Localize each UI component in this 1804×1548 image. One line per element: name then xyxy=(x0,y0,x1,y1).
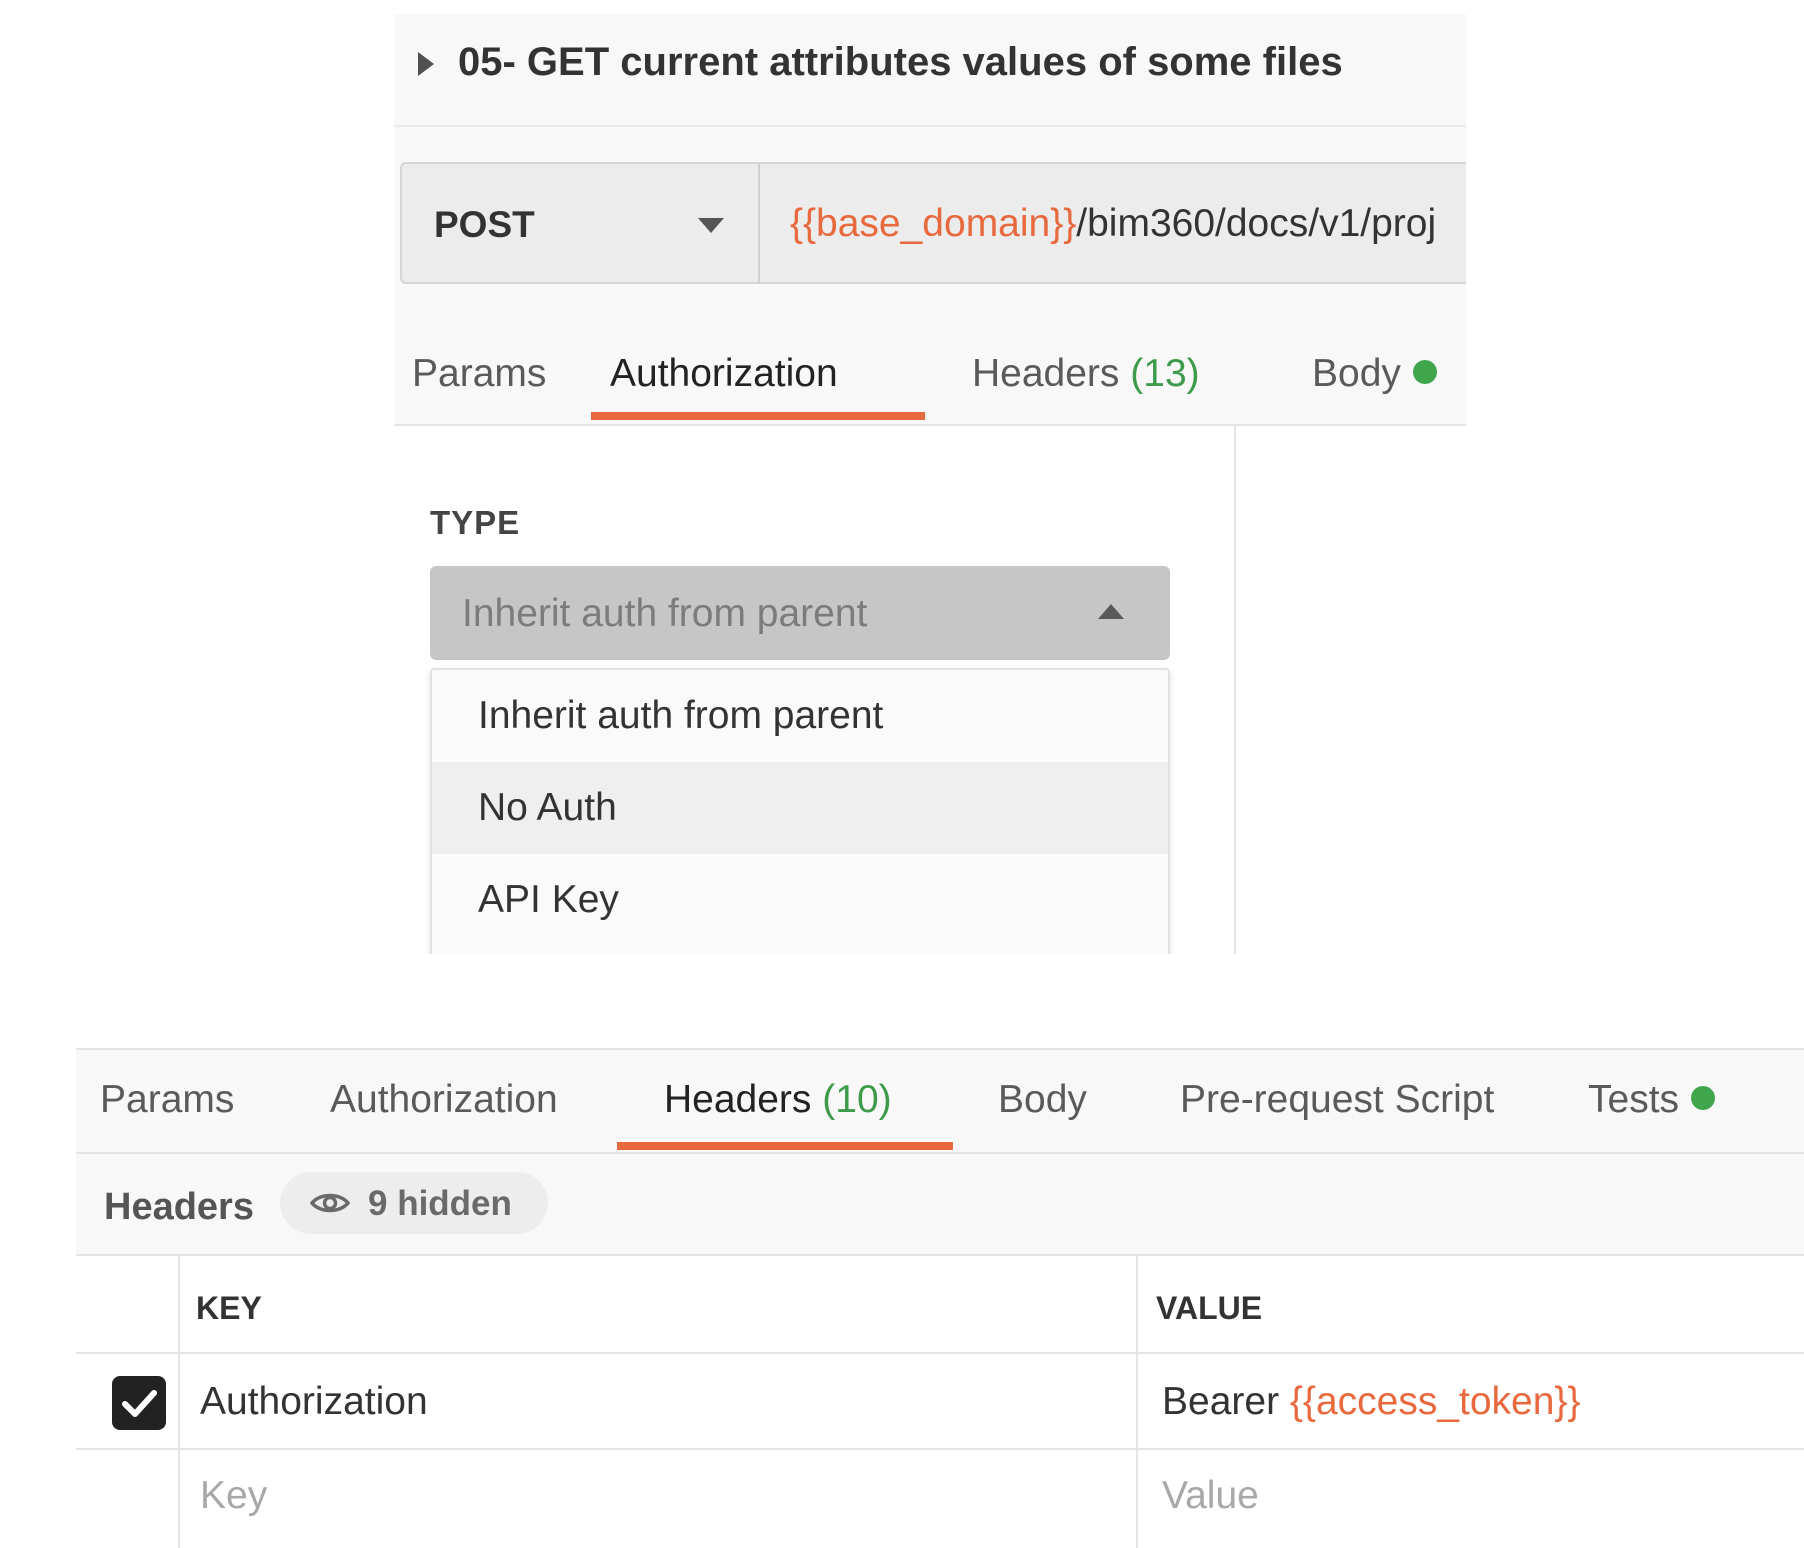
url-text: {{base_domain}}/bim360/docs/v1/proj xyxy=(790,202,1436,246)
tab-headers[interactable]: Headers (13) xyxy=(972,352,1200,396)
active-tab-indicator xyxy=(591,412,925,420)
tab-label: Body xyxy=(1312,352,1401,395)
tab-label: Params xyxy=(100,1078,235,1121)
tab-label: Authorization xyxy=(610,352,838,395)
request-title-bar[interactable]: 05- GET current attributes values of som… xyxy=(394,14,1466,127)
headers-table: KEY VALUE Authorization Bearer {{access_… xyxy=(76,1256,1804,1548)
headers-panel: Params Authorization Headers (10) Body P… xyxy=(76,1048,1804,1548)
tab-params[interactable]: Params xyxy=(412,352,546,396)
tab-label: Body xyxy=(998,1078,1087,1121)
tab-label: Headers xyxy=(664,1078,812,1121)
menu-item-no-auth[interactable]: No Auth xyxy=(432,762,1168,854)
header-key-cell[interactable]: Authorization xyxy=(200,1380,428,1424)
new-key-input[interactable]: Key xyxy=(200,1474,267,1518)
headers-count: (13) xyxy=(1130,352,1200,395)
pane-divider xyxy=(1234,426,1236,954)
chevron-up-icon xyxy=(1098,604,1124,619)
tab-authorization[interactable]: Authorization xyxy=(330,1078,558,1122)
tab-params[interactable]: Params xyxy=(100,1078,234,1122)
tab-headers[interactable]: Headers (10) xyxy=(664,1078,892,1122)
header-enabled-checkbox[interactable] xyxy=(112,1376,166,1430)
headers-section-title: Headers xyxy=(104,1186,254,1228)
expand-caret-icon[interactable] xyxy=(418,52,434,76)
tab-body[interactable]: Body xyxy=(1312,352,1437,396)
chevron-down-icon xyxy=(698,218,724,233)
tab-label: Headers xyxy=(972,352,1120,395)
request-tabs-bottom: Params Authorization Headers (10) Body P… xyxy=(76,1048,1804,1154)
eye-icon xyxy=(310,1193,350,1213)
tab-label: Authorization xyxy=(330,1078,558,1121)
headers-subheader: Headers 9 hidden xyxy=(76,1154,1804,1256)
request-title: 05- GET current attributes values of som… xyxy=(458,40,1343,84)
menu-item-api-key[interactable]: API Key xyxy=(432,854,1168,946)
method-select[interactable]: POST xyxy=(400,162,760,284)
request-tabs: Params Authorization Headers (13) Body xyxy=(394,322,1466,426)
row-divider xyxy=(76,1352,1804,1354)
url-path: /bim360/docs/v1/proj xyxy=(1076,202,1437,245)
tab-authorization[interactable]: Authorization xyxy=(610,352,838,396)
auth-type-dropdown-menu: Inherit auth from parent No Auth API Key xyxy=(430,668,1170,954)
tab-tests[interactable]: Tests xyxy=(1588,1078,1716,1122)
new-value-input[interactable]: Value xyxy=(1162,1474,1259,1518)
menu-item-label: Inherit auth from parent xyxy=(478,694,884,737)
request-panel: 05- GET current attributes values of som… xyxy=(394,14,1466,954)
menu-item-label: No Auth xyxy=(478,786,617,829)
auth-type-select[interactable]: Inherit auth from parent xyxy=(430,566,1170,660)
value-variable: {{access_token}} xyxy=(1289,1380,1581,1423)
column-header-key: KEY xyxy=(196,1290,262,1326)
tab-label: Tests xyxy=(1588,1078,1680,1121)
header-value-cell[interactable]: Bearer {{access_token}} xyxy=(1162,1380,1580,1424)
method-label: POST xyxy=(434,204,535,245)
row-divider xyxy=(76,1448,1804,1450)
tab-pre-request-script[interactable]: Pre-request Script xyxy=(1180,1078,1494,1122)
status-dot-icon xyxy=(1412,359,1437,384)
active-tab-indicator xyxy=(617,1142,953,1150)
tab-body[interactable]: Body xyxy=(998,1078,1087,1122)
column-divider xyxy=(178,1256,180,1548)
url-input[interactable]: {{base_domain}}/bim360/docs/v1/proj xyxy=(758,162,1466,284)
status-dot-icon xyxy=(1691,1085,1716,1110)
hidden-headers-toggle[interactable]: 9 hidden xyxy=(280,1172,548,1234)
authorization-pane: TYPE Inherit auth from parent Inherit au… xyxy=(394,426,1466,954)
menu-item-label: API Key xyxy=(478,878,619,921)
url-variable: {{base_domain}} xyxy=(790,202,1077,245)
column-header-value: VALUE xyxy=(1156,1290,1263,1326)
hidden-count-label: 9 hidden xyxy=(368,1184,512,1223)
checkmark-icon xyxy=(122,1390,157,1417)
tab-label: Pre-request Script xyxy=(1180,1078,1495,1121)
auth-type-label: TYPE xyxy=(430,504,521,541)
headers-count: (10) xyxy=(822,1078,892,1121)
column-divider xyxy=(1136,1256,1138,1548)
menu-item-inherit-auth[interactable]: Inherit auth from parent xyxy=(432,670,1168,762)
tab-label: Params xyxy=(412,352,547,395)
value-prefix: Bearer xyxy=(1162,1380,1290,1423)
auth-type-selected-value: Inherit auth from parent xyxy=(462,592,868,635)
